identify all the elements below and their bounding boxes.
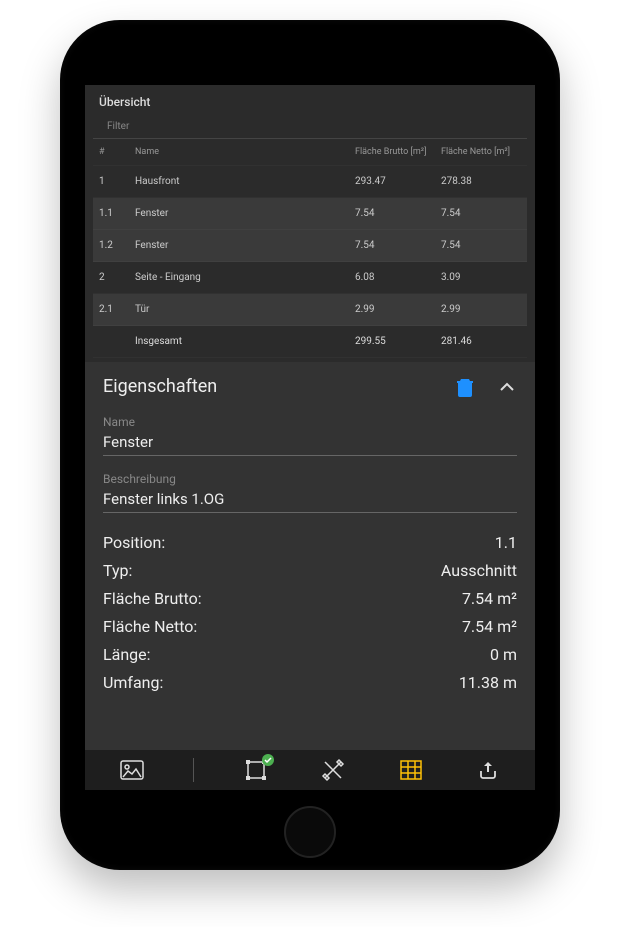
col-name: Name (135, 147, 349, 157)
property-label: Länge: (103, 643, 151, 667)
cell: 7.54 (441, 240, 521, 251)
app-screen: Übersicht Filter # Name Fläche Brutto [m… (85, 85, 535, 790)
description-field[interactable]: Beschreibung Fenster links 1.OG (103, 472, 517, 513)
cell: Hausfront (135, 176, 349, 187)
col-gross: Fläche Brutto [m²] (355, 147, 435, 157)
home-button[interactable] (284, 806, 336, 858)
cell: 2 (99, 272, 129, 283)
phone-frame: Übersicht Filter # Name Fläche Brutto [m… (60, 20, 560, 870)
name-field[interactable]: Name Fenster (103, 415, 517, 456)
property-value: 7.54 m² (462, 615, 517, 639)
property-row: Fläche Brutto: 7.54 m² (103, 585, 517, 613)
cell: 2.1 (99, 304, 129, 315)
property-value: 7.54 m² (462, 587, 517, 611)
cell: 3.09 (441, 272, 521, 283)
table-header-row: # Name Fläche Brutto [m²] Fläche Netto [… (93, 139, 527, 166)
nav-tools[interactable] (317, 754, 349, 786)
cell: 7.54 (441, 208, 521, 219)
tools-icon (321, 758, 345, 782)
bottom-nav (85, 750, 535, 790)
cell: 6.08 (355, 272, 435, 283)
table-row[interactable]: 2 Seite - Eingang 6.08 3.09 (93, 262, 527, 294)
col-num: # (99, 147, 129, 157)
panel-actions (455, 377, 517, 397)
property-value: 0 m (490, 643, 517, 667)
grid-icon (400, 760, 422, 780)
chevron-up-icon (498, 378, 516, 396)
nav-shape[interactable] (240, 754, 272, 786)
cell: Insgesamt (135, 336, 349, 347)
nav-grid[interactable] (395, 754, 427, 786)
image-icon (120, 760, 144, 780)
nav-divider (193, 758, 194, 782)
field-label: Name (103, 415, 517, 429)
cell: 1 (99, 176, 129, 187)
property-label: Fläche Netto: (103, 615, 197, 639)
delete-button[interactable] (455, 377, 475, 397)
table-row[interactable]: 1.2 Fenster 7.54 7.54 (93, 230, 527, 262)
property-value: Ausschnitt (441, 559, 517, 583)
property-label: Typ: (103, 559, 132, 583)
nav-image[interactable] (116, 754, 148, 786)
overview-table: # Name Fläche Brutto [m²] Fläche Netto [… (93, 139, 527, 358)
check-badge-icon (262, 754, 274, 766)
property-label: Umfang: (103, 671, 163, 695)
trash-icon (456, 377, 474, 397)
panel-header: Eigenschaften (103, 376, 517, 397)
cell: 281.46 (441, 336, 521, 347)
cell: 2.99 (355, 304, 435, 315)
cell: 293.47 (355, 176, 435, 187)
property-row: Position: 1.1 (103, 529, 517, 557)
cell: 278.38 (441, 176, 521, 187)
filter-bar[interactable]: Filter (93, 115, 527, 139)
field-value: Fenster (103, 433, 517, 451)
collapse-button[interactable] (497, 377, 517, 397)
cell: 1.1 (99, 208, 129, 219)
cell: 7.54 (355, 208, 435, 219)
property-row: Typ: Ausschnitt (103, 557, 517, 585)
property-row: Umfang: 11.38 m (103, 669, 517, 697)
table-row[interactable]: 1.1 Fenster 7.54 7.54 (93, 198, 527, 230)
properties-panel: Eigenschaften (85, 362, 535, 790)
table-body: 1 Hausfront 293.47 278.38 1.1 Fenster 7.54 7.54… (93, 166, 527, 326)
nav-share[interactable] (472, 754, 504, 786)
filter-label: Filter (107, 121, 129, 132)
property-value: 1.1 (495, 531, 517, 555)
field-value: Fenster links 1.OG (103, 490, 517, 508)
cell: 299.55 (355, 336, 435, 347)
property-row: Fläche Netto: 7.54 m² (103, 613, 517, 641)
cell: Tür (135, 304, 349, 315)
properties-list: Position:1.1Typ:AusschnittFläche Brutto:… (103, 529, 517, 697)
property-label: Position: (103, 531, 165, 555)
cell: Seite - Eingang (135, 272, 349, 283)
page-title: Übersicht (85, 85, 535, 115)
cell: Fenster (135, 208, 349, 219)
cell: 1.2 (99, 240, 129, 251)
cell: Fenster (135, 240, 349, 251)
col-net: Fläche Netto [m²] (441, 147, 521, 157)
panel-title: Eigenschaften (103, 376, 217, 397)
property-label: Fläche Brutto: (103, 587, 202, 611)
table-row[interactable]: 2.1 Tür 2.99 2.99 (93, 294, 527, 326)
phone-inner: Übersicht Filter # Name Fläche Brutto [m… (70, 30, 550, 860)
cell: 2.99 (441, 304, 521, 315)
property-row: Länge: 0 m (103, 641, 517, 669)
cell: 7.54 (355, 240, 435, 251)
field-label: Beschreibung (103, 472, 517, 486)
table-row[interactable]: 1 Hausfront 293.47 278.38 (93, 166, 527, 198)
share-icon (477, 759, 499, 781)
property-value: 11.38 m (459, 671, 517, 695)
table-total-row: Insgesamt 299.55 281.46 (93, 326, 527, 358)
